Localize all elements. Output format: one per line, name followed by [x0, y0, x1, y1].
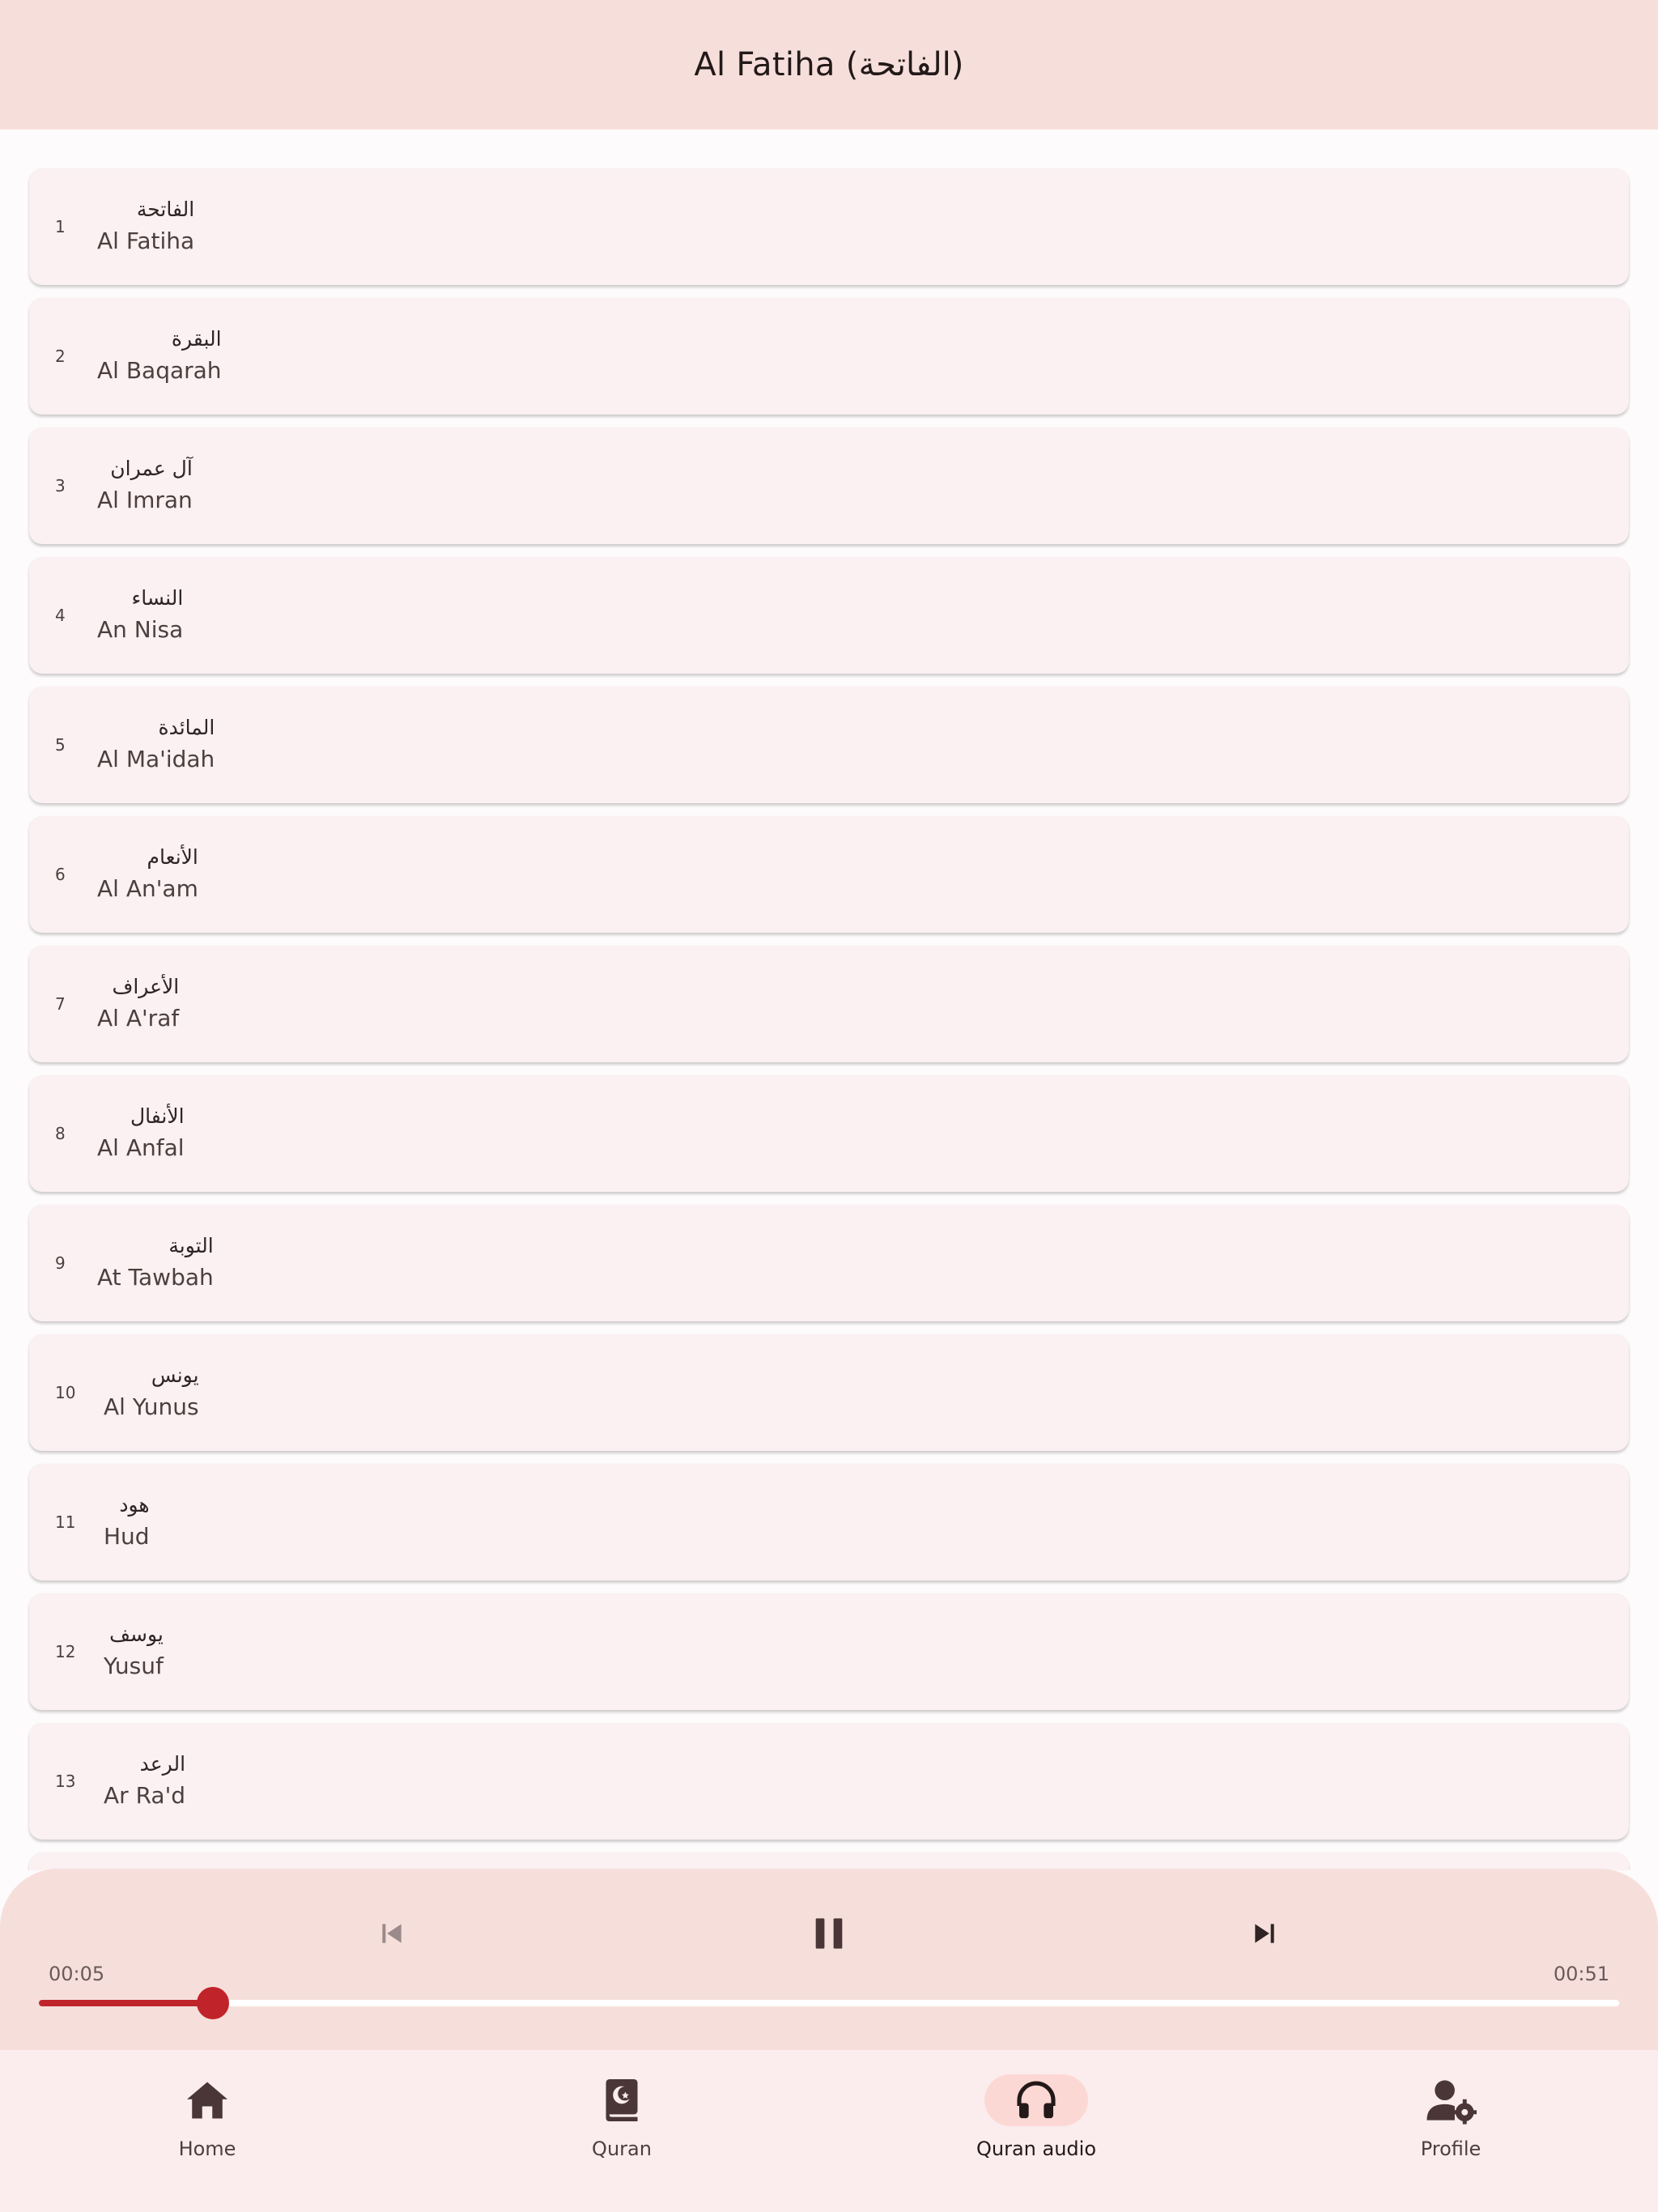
page-title: Al Fatiha (الفاتحة) — [694, 46, 964, 83]
surah-arabic-name: الأعراف — [112, 975, 180, 998]
pause-button[interactable] — [797, 1901, 861, 1966]
surah-arabic-name: النساء — [131, 586, 184, 610]
surah-arabic-name: الرعد — [139, 1752, 186, 1776]
surah-number: 11 — [55, 1512, 76, 1532]
surah-card-5[interactable]: 5 المائدة Al Ma'idah — [29, 687, 1629, 803]
surah-arabic-name: يونس — [151, 1363, 199, 1387]
surah-card-8[interactable]: 8 الأنفال Al Anfal — [29, 1075, 1629, 1192]
elapsed-time: 00:05 — [49, 1963, 105, 1985]
surah-number: 13 — [55, 1772, 76, 1791]
skip-previous-icon — [382, 1924, 402, 1943]
surah-card-partial[interactable] — [29, 1853, 1629, 1870]
surah-number: 9 — [55, 1253, 66, 1273]
surah-name: Al Imran — [97, 487, 193, 513]
quran-book-icon — [606, 2079, 638, 2121]
nav-label: Profile — [1420, 2138, 1482, 2160]
surah-card-11[interactable]: 11 هود Hud — [29, 1464, 1629, 1580]
surah-arabic-name: البقرة — [171, 327, 222, 351]
surah-arabic-name: الأنفال — [130, 1104, 185, 1128]
surah-card-7[interactable]: 7 الأعراف Al A'raf — [29, 946, 1629, 1062]
surah-arabic-name: الفاتحة — [136, 198, 195, 221]
surah-card-1[interactable]: 1 الفاتحة Al Fatiha — [29, 168, 1629, 285]
audio-player: 00:05 00:51 — [0, 1869, 1658, 2050]
surah-arabic-name: التوبة — [168, 1234, 214, 1257]
progress-thumb[interactable] — [196, 1987, 229, 2019]
total-duration: 00:51 — [1553, 1963, 1609, 1985]
surah-name: Yusuf — [104, 1653, 164, 1679]
surah-card-12[interactable]: 12 يوسف Yusuf — [29, 1593, 1629, 1710]
surah-card-6[interactable]: 6 الأنعام Al An'am — [29, 816, 1629, 933]
surah-number: 8 — [55, 1124, 66, 1143]
active-indicator — [984, 2074, 1088, 2126]
surah-arabic-name: الأنعام — [147, 845, 198, 869]
surah-name: Hud — [104, 1523, 150, 1550]
surah-number: 7 — [55, 994, 66, 1014]
bottom-navigation: Home Quran Quran audio Profile — [0, 2050, 1658, 2212]
surah-card-4[interactable]: 4 النساء An Nisa — [29, 557, 1629, 674]
surah-number: 3 — [55, 476, 66, 496]
surah-number: 2 — [55, 347, 66, 366]
surah-name: Al Anfal — [97, 1134, 185, 1161]
surah-name: Ar Ra'd — [104, 1782, 186, 1809]
skip-previous-button[interactable] — [359, 1901, 424, 1966]
nav-label: Quran — [592, 2138, 652, 2160]
surah-arabic-name: المائدة — [158, 716, 215, 739]
home-icon — [187, 2082, 227, 2119]
surah-card-13[interactable]: 13 الرعد Ar Ra'd — [29, 1723, 1629, 1840]
surah-name: Al Ma'idah — [97, 746, 215, 772]
surah-arabic-name: هود — [119, 1493, 150, 1516]
nav-item-quran-audio[interactable]: Quran audio — [939, 2074, 1133, 2188]
surah-number: 5 — [55, 735, 66, 755]
skip-next-icon — [1255, 1924, 1274, 1943]
surah-number: 1 — [55, 217, 66, 236]
app-bar: Al Fatiha (الفاتحة) — [0, 0, 1658, 130]
surah-name: Al Baqarah — [97, 357, 222, 384]
surah-arabic-name: يوسف — [109, 1623, 164, 1646]
surah-name: Al A'raf — [97, 1005, 180, 1032]
pause-icon — [815, 1918, 843, 1949]
surah-number: 4 — [55, 606, 66, 625]
nav-item-quran[interactable]: Quran — [525, 2074, 719, 2188]
nav-item-profile[interactable]: Profile — [1354, 2074, 1548, 2188]
surah-name: Al Yunus — [104, 1393, 199, 1420]
surah-card-2[interactable]: 2 البقرة Al Baqarah — [29, 298, 1629, 415]
skip-next-button[interactable] — [1232, 1901, 1297, 1966]
surah-card-3[interactable]: 3 آل عمران Al Imran — [29, 428, 1629, 544]
surah-list[interactable]: 1 الفاتحة Al Fatiha 2 البقرة Al Baqarah … — [0, 130, 1658, 1870]
surah-name: At Tawbah — [97, 1264, 214, 1291]
surah-card-9[interactable]: 9 التوبة At Tawbah — [29, 1205, 1629, 1321]
surah-arabic-name: آل عمران — [110, 457, 193, 480]
progress-fill — [39, 2000, 213, 2006]
surah-name: An Nisa — [97, 616, 184, 643]
nav-label: Home — [178, 2138, 236, 2160]
progress-slider[interactable] — [39, 1987, 1619, 2019]
surah-number: 12 — [55, 1642, 76, 1661]
headphones-icon — [1017, 2081, 1056, 2119]
surah-name: Al An'am — [97, 875, 198, 902]
surah-number: 6 — [55, 865, 66, 884]
surah-name: Al Fatiha — [97, 228, 195, 254]
surah-number: 10 — [55, 1383, 76, 1402]
surah-card-10[interactable]: 10 يونس Al Yunus — [29, 1334, 1629, 1451]
nav-item-home[interactable]: Home — [110, 2074, 304, 2188]
profile-settings-icon — [1426, 2080, 1477, 2125]
nav-label: Quran audio — [976, 2138, 1097, 2160]
